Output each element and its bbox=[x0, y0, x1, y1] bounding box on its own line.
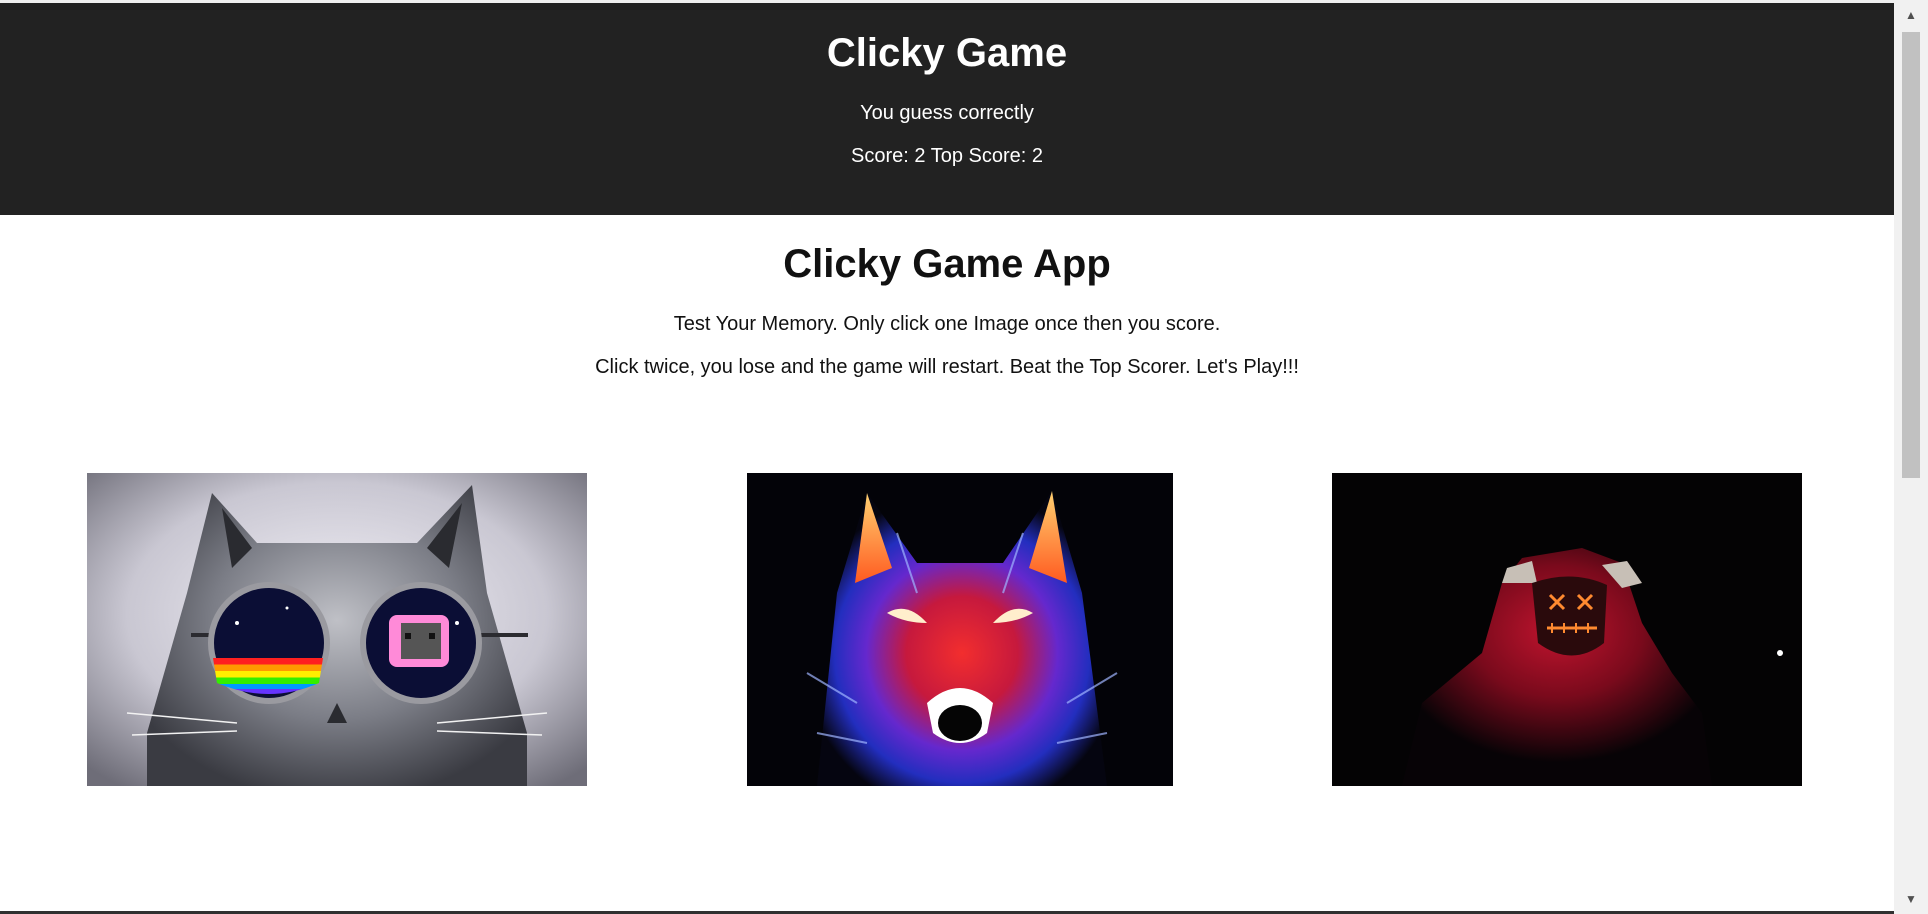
vertical-scrollbar[interactable]: ▲ ▼ bbox=[1894, 0, 1928, 914]
page-title: Clicky Game App bbox=[783, 242, 1111, 286]
arrow-down-icon[interactable]: ▼ bbox=[1894, 884, 1928, 914]
arrow-up-icon[interactable]: ▲ bbox=[1894, 0, 1928, 30]
score-display: Score: 2 Top Score: 2 bbox=[851, 145, 1043, 167]
instructions-line-1: Test Your Memory. Only click one Image o… bbox=[673, 313, 1221, 335]
mask-image bbox=[1332, 473, 1802, 786]
cat-image bbox=[87, 473, 587, 786]
wolf-image bbox=[747, 473, 1173, 786]
image-card-cat[interactable] bbox=[87, 473, 587, 786]
guess-message: You guess correctly bbox=[860, 102, 1034, 124]
instructions-line-2: Click twice, you lose and the game will … bbox=[595, 356, 1299, 378]
scrollbar-thumb[interactable] bbox=[1902, 32, 1920, 478]
navbar: Clicky Game You guess correctly Score: 2… bbox=[0, 3, 1894, 215]
image-card-mask[interactable] bbox=[1332, 473, 1802, 786]
image-card-wolf[interactable] bbox=[747, 473, 1173, 786]
navbar-title: Clicky Game bbox=[826, 31, 1068, 75]
page: Clicky Game You guess correctly Score: 2… bbox=[0, 0, 1928, 914]
